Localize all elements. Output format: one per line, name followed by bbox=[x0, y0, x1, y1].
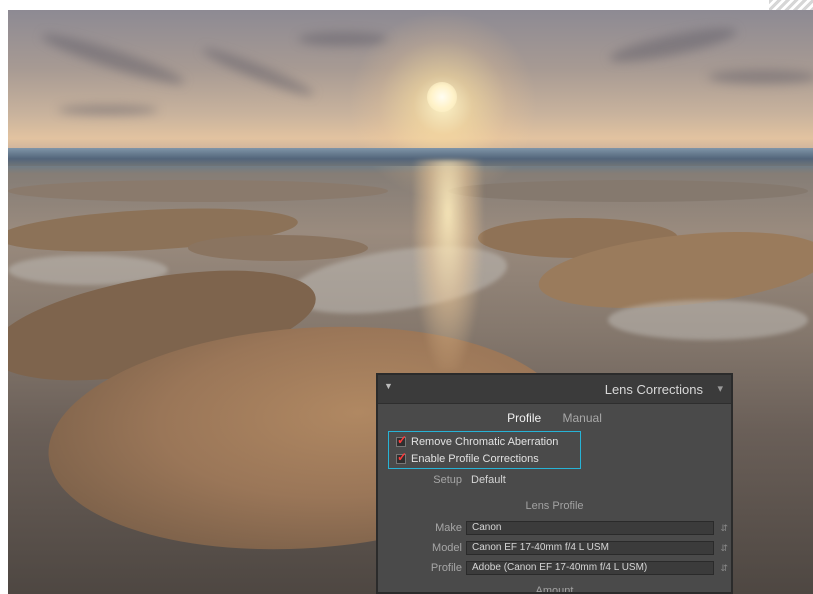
updown-arrows-icon[interactable]: ⇵ bbox=[720, 562, 728, 574]
model-dropdown[interactable]: Canon EF 17-40mm f/4 L USM ⇵ bbox=[466, 541, 728, 555]
tide-pool bbox=[608, 300, 808, 340]
cloud bbox=[38, 27, 188, 91]
ocean-horizon bbox=[8, 148, 813, 166]
model-value: Canon EF 17-40mm f/4 L USM bbox=[472, 542, 609, 553]
checkmark-icon: ✓ bbox=[397, 449, 408, 464]
cloud bbox=[708, 70, 813, 84]
checkbox-label: Remove Chromatic Aberration bbox=[411, 435, 559, 448]
tab-manual[interactable]: Manual bbox=[554, 411, 611, 425]
panel-title: Lens Corrections bbox=[604, 382, 703, 397]
cloud bbox=[607, 21, 739, 69]
make-label: Make bbox=[435, 522, 462, 534]
make-dropdown[interactable]: Canon ⇵ bbox=[466, 521, 728, 535]
model-label: Model bbox=[432, 542, 462, 554]
amount-section-title: Amount bbox=[535, 585, 574, 594]
updown-arrows-icon[interactable]: ⇵ bbox=[720, 542, 728, 554]
checkbox-label: Enable Profile Corrections bbox=[411, 452, 539, 465]
cloud bbox=[58, 105, 158, 115]
setup-label: Setup bbox=[433, 474, 462, 486]
checkbox[interactable]: ✓ bbox=[396, 450, 407, 464]
sand-bar bbox=[8, 180, 388, 202]
sand-bar bbox=[448, 180, 808, 202]
cloud bbox=[199, 43, 317, 101]
lens-profile-section-title: Lens Profile bbox=[525, 500, 584, 512]
enable-profile-corrections-checkbox[interactable]: ✓ Enable Profile Corrections bbox=[396, 450, 539, 466]
panel-menu-icon[interactable]: ▾ bbox=[717, 382, 723, 395]
checkmark-icon: ✓ bbox=[397, 432, 408, 447]
updown-arrows-icon[interactable]: ⇵ bbox=[720, 522, 728, 534]
sun-reflection bbox=[413, 160, 483, 370]
lens-corrections-panel: ▼ Lens Corrections ▾ Profile Manual ✓ Re… bbox=[376, 373, 733, 594]
sun bbox=[427, 82, 457, 112]
setup-dropdown[interactable]: Default bbox=[471, 474, 506, 486]
tab-bar: Profile Manual bbox=[378, 411, 731, 425]
corner-hatch bbox=[769, 0, 813, 10]
triangle-down-icon[interactable]: ▼ bbox=[384, 381, 393, 391]
profile-value: Adobe (Canon EF 17-40mm f/4 L USM) bbox=[472, 562, 648, 573]
panel-header[interactable]: ▼ Lens Corrections ▾ bbox=[378, 375, 731, 404]
sand-bar bbox=[188, 235, 368, 261]
tab-profile[interactable]: Profile bbox=[498, 411, 550, 425]
make-value: Canon bbox=[472, 522, 502, 533]
checkbox[interactable]: ✓ bbox=[396, 433, 407, 447]
remove-chromatic-aberration-checkbox[interactable]: ✓ Remove Chromatic Aberration bbox=[396, 433, 559, 449]
profile-dropdown[interactable]: Adobe (Canon EF 17-40mm f/4 L USM) ⇵ bbox=[466, 561, 728, 575]
profile-label: Profile bbox=[430, 562, 462, 574]
